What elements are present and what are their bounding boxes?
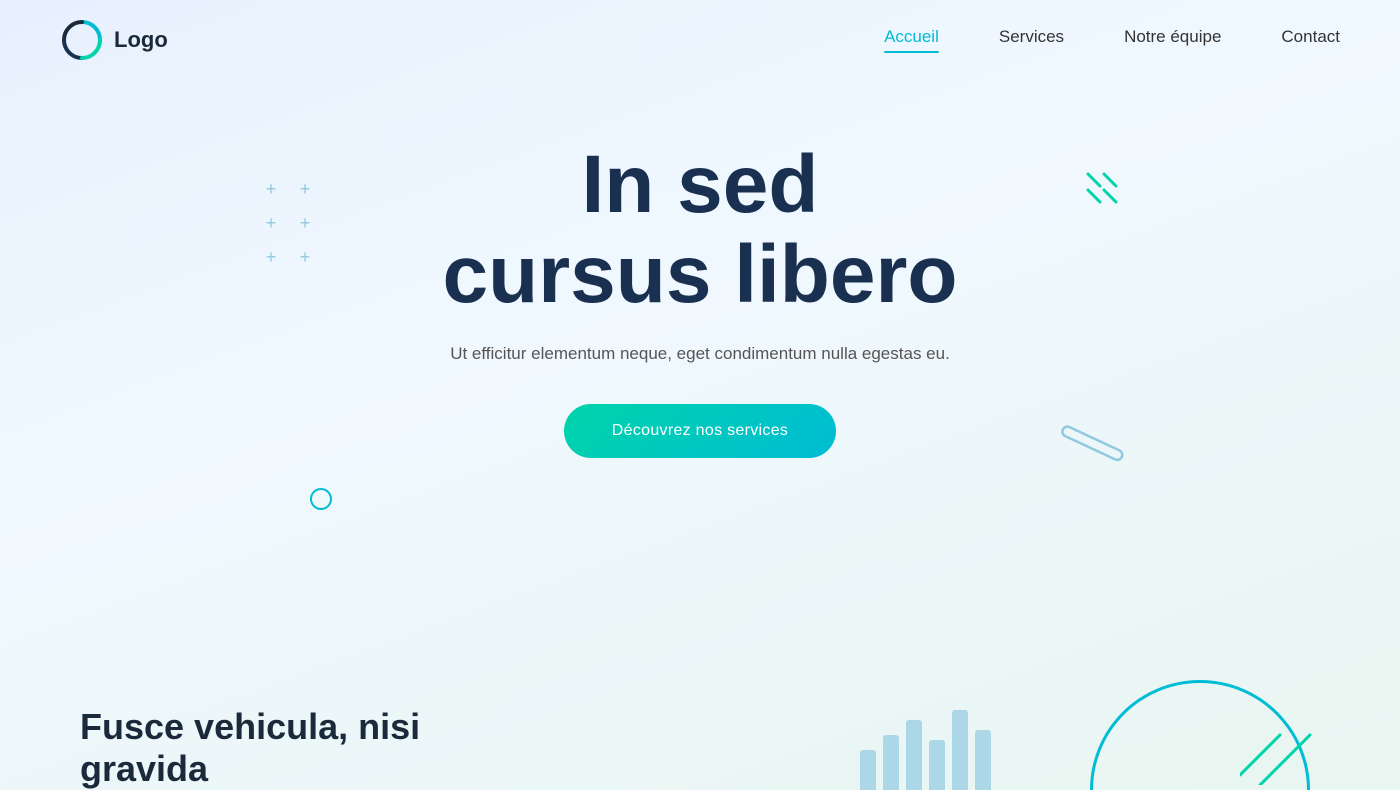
nav-link-accueil[interactable]: Accueil — [884, 27, 939, 53]
hero-title-line1: In sed — [582, 139, 819, 230]
nav-item-team[interactable]: Notre équipe — [1124, 27, 1221, 53]
plus-icon: + — [294, 214, 316, 236]
bar-3 — [906, 720, 922, 790]
x-icon — [1084, 170, 1120, 206]
green-lines-decoration — [1240, 705, 1320, 790]
bar-chart — [860, 700, 991, 790]
pencil-icon — [1060, 405, 1140, 465]
hero-title-line2: cursus libero — [443, 229, 958, 320]
bar-1 — [860, 750, 876, 790]
below-hero-section: Fusce vehicula, nisi gravida — [0, 640, 1400, 790]
below-title: Fusce vehicula, nisi gravida — [80, 706, 500, 790]
plus-icon: + — [294, 180, 316, 202]
nav-link-contact[interactable]: Contact — [1281, 27, 1340, 46]
nav-link-services[interactable]: Services — [999, 27, 1064, 46]
logo-wrap[interactable]: Logo — [60, 18, 168, 62]
bar-4 — [929, 740, 945, 790]
hero-subtitle: Ut efficitur elementum neque, eget condi… — [40, 344, 1360, 364]
bar-2 — [883, 735, 899, 790]
below-illustration — [860, 670, 1320, 790]
logo-text: Logo — [114, 27, 168, 53]
plus-grid-decoration: + + + + + + — [260, 180, 316, 270]
logo-icon — [60, 18, 104, 62]
navbar: Logo Accueil Services Notre équipe Conta… — [0, 0, 1400, 80]
hero-title: In sed cursus libero — [40, 140, 1360, 320]
nav-item-contact[interactable]: Contact — [1281, 27, 1340, 53]
x-decoration — [1084, 170, 1120, 211]
plus-icon: + — [260, 214, 282, 236]
plus-icon: + — [294, 248, 316, 270]
cta-button[interactable]: Découvrez nos services — [564, 404, 836, 458]
nav-link-team[interactable]: Notre équipe — [1124, 27, 1221, 46]
pencil-decoration — [1060, 405, 1140, 470]
plus-icon: + — [260, 248, 282, 270]
bar-6 — [975, 730, 991, 790]
hero-section: + + + + + + In sed cursus libero Ut effi… — [0, 80, 1400, 640]
nav-item-services[interactable]: Services — [999, 27, 1064, 53]
nav-links: Accueil Services Notre équipe Contact — [884, 27, 1340, 53]
bar-5 — [952, 710, 968, 790]
circle-decoration — [310, 488, 332, 510]
plus-icon: + — [260, 180, 282, 202]
nav-item-accueil[interactable]: Accueil — [884, 27, 939, 53]
